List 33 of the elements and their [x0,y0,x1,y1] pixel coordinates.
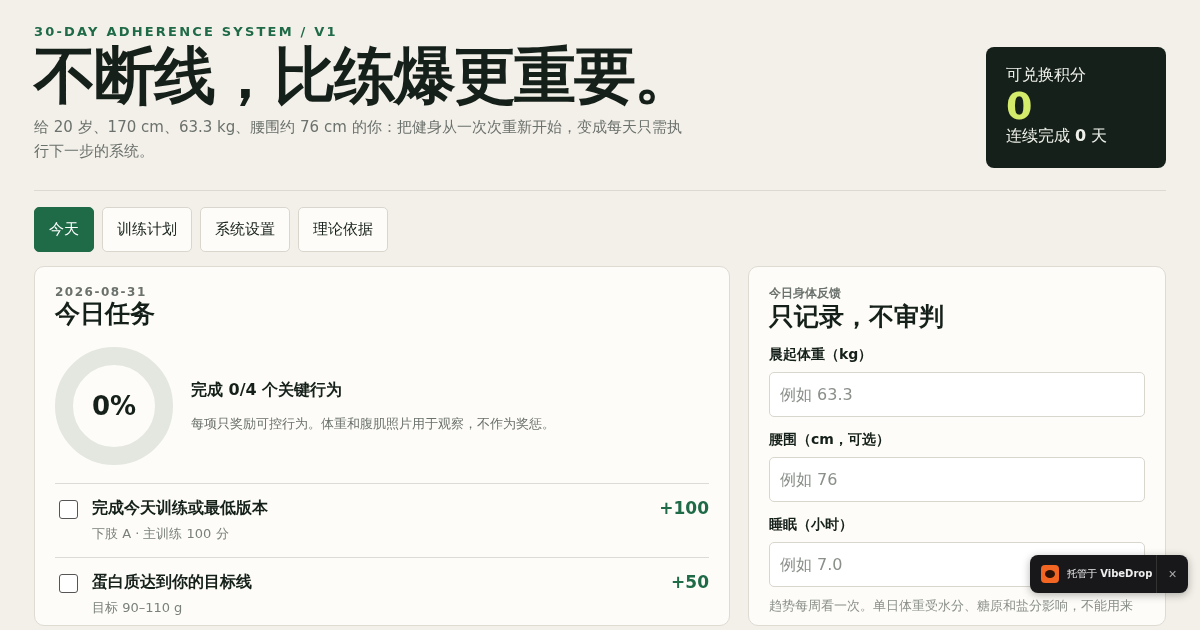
field-label: 腰围（cm，可选） [769,431,891,449]
tab[interactable]: 系统设置 [200,207,290,252]
close-button[interactable]: × [1156,555,1188,593]
task-checkbox[interactable] [59,500,78,519]
percent-text: 0% [90,390,138,423]
task-title: 蛋白质达到你的目标线 [92,572,252,593]
tab[interactable]: 理论依据 [298,207,388,252]
task-checkbox[interactable] [59,574,78,593]
logo-icon [1041,565,1059,583]
date-text: 2026-08-31 [55,285,148,299]
panel-title: 今日任务 [55,299,156,329]
eyebrow-text: 今日身体反馈 [769,285,842,302]
subtitle-text: 给 20 岁、170 cm、63.3 kg、腰围约 76 cm 的你：把健身从一次次重新开始，变成每天只需执行下一步的系统。 [34,117,683,162]
task-points: +50 [671,572,709,592]
streak-text: 连续完成 0 天 [1006,126,1109,147]
eyebrow-text: 30-DAY ADHERENCE SYSTEM / V1 [34,24,339,39]
input-field[interactable]: 例如 63.3 [769,372,1145,417]
task-detail: 下肢 A · 主训练 100 分 [92,525,230,543]
panel-title: 只记录，不审判 [769,302,945,332]
progress-summary: 完成 0/4 个关键行为 [191,379,344,401]
task-title: 完成今天训练或最低版本 [92,498,268,519]
points-label: 可兑换积分 [1006,65,1087,86]
task-detail: 目标 90–110 g [92,599,184,617]
tab[interactable]: 今天 [34,207,94,252]
note-text: 趋势每周看一次。单日体重受水分、糖原和盐分影响，不能用来 [769,597,1134,615]
progress-note: 每项只奖励可控行为。体重和腹肌照片用于观察，不作为奖惩。 [191,414,555,433]
input-field[interactable]: 例如 76 [769,457,1145,502]
field-label: 晨起体重（kg） [769,346,874,364]
points-value: 0 [1006,86,1034,126]
tab[interactable]: 训练计划 [102,207,192,252]
task-points: +100 [659,498,709,518]
field-label: 睡眠（小时） [769,516,854,534]
page-title: 不断线，比练爆更重要。 [34,41,694,111]
